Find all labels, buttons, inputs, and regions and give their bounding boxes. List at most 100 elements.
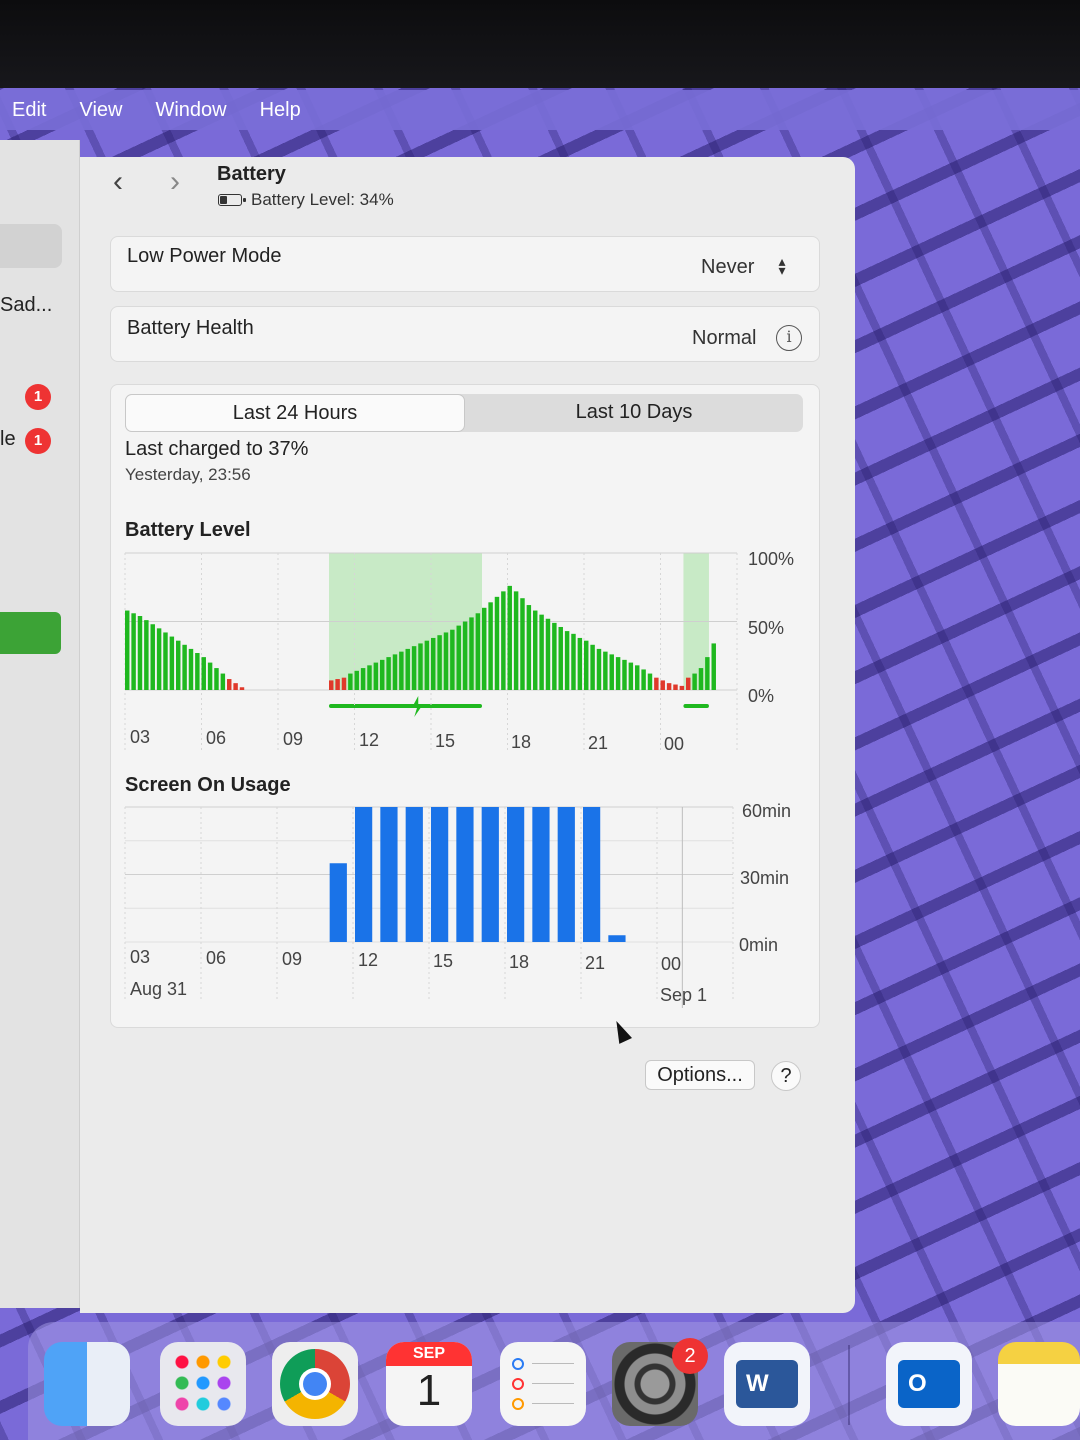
options-button[interactable]: Options... xyxy=(645,1060,755,1090)
battery-level-bar xyxy=(188,648,194,690)
battery-level-bar xyxy=(533,610,538,690)
battery-level-bar xyxy=(144,620,149,690)
battery-level-bar xyxy=(673,684,678,690)
x-tick-label: 18 xyxy=(511,732,532,752)
finder-icon[interactable] xyxy=(44,1342,130,1426)
x-tick-label: 21 xyxy=(585,953,606,973)
battery-level-bar xyxy=(207,662,213,690)
screen-usage-bar xyxy=(583,807,601,942)
battery-level-bar xyxy=(418,643,423,690)
battery-level-bar xyxy=(169,636,175,690)
battery-level-bar xyxy=(635,665,640,690)
battery-level-bar xyxy=(424,640,430,690)
screen-usage-bar xyxy=(431,807,449,942)
battery-level-bar xyxy=(501,591,506,690)
battery-level-bar xyxy=(392,654,398,690)
x-tick-label: 06 xyxy=(206,948,227,968)
outlook-icon[interactable]: O xyxy=(886,1342,972,1426)
battery-level-bar xyxy=(399,651,404,690)
battery-level-bar xyxy=(603,651,608,690)
y-tick-label: 50% xyxy=(748,618,785,638)
battery-level-bar xyxy=(431,637,436,690)
x-tick-label: 09 xyxy=(282,949,303,969)
word-letter: W xyxy=(736,1360,798,1408)
battery-level-bar xyxy=(227,679,232,690)
date-label: Aug 31 xyxy=(130,979,188,999)
notes-icon[interactable] xyxy=(998,1342,1080,1426)
battery-level-bar xyxy=(526,605,532,690)
battery-level-bar xyxy=(577,637,583,690)
x-tick-label: 15 xyxy=(435,731,456,751)
battery-level-bar xyxy=(552,622,557,690)
battery-level-bar xyxy=(558,626,563,690)
screen-usage-bar xyxy=(481,807,499,942)
screen-usage-bar xyxy=(405,807,423,942)
y-tick-label: 0min xyxy=(739,935,779,955)
help-button[interactable]: ? xyxy=(771,1061,801,1091)
screen-usage-bar xyxy=(532,807,550,942)
battery-level-bar xyxy=(335,679,340,690)
date-label: Sep 1 xyxy=(660,985,708,1005)
charging-indicator-line xyxy=(329,704,482,708)
battery-level-bar xyxy=(488,602,493,690)
battery-level-bar xyxy=(214,668,219,690)
x-tick-label: 00 xyxy=(661,954,682,974)
battery-level-bar xyxy=(220,673,226,690)
battery-level-bar xyxy=(131,613,136,690)
battery-level-bar xyxy=(584,640,589,690)
battery-level-bar xyxy=(182,644,187,690)
battery-level-bar xyxy=(239,687,245,690)
battery-level-bar xyxy=(405,648,410,690)
battery-level-bar xyxy=(443,632,449,690)
battery-level-bar xyxy=(539,614,544,690)
battery-level-bar xyxy=(596,648,602,690)
notification-badge: 2 xyxy=(672,1338,708,1374)
battery-level-bar xyxy=(411,646,417,690)
battery-level-bar xyxy=(475,613,481,690)
screen-usage-bar xyxy=(557,807,575,942)
x-tick-label: 12 xyxy=(359,730,380,750)
battery-level-bar xyxy=(380,659,385,690)
battery-level-bar xyxy=(571,633,576,690)
chrome-icon[interactable] xyxy=(272,1342,358,1426)
battery-level-bar xyxy=(386,657,391,690)
battery-level-bar xyxy=(137,616,143,690)
x-tick-label: 15 xyxy=(433,951,454,971)
launchpad-icon[interactable] xyxy=(160,1342,246,1426)
battery-level-bar xyxy=(201,657,206,690)
battery-level-bar xyxy=(647,673,653,690)
y-tick-label: 0% xyxy=(748,686,775,706)
screen-usage-bar xyxy=(507,807,525,942)
battery-level-bar xyxy=(233,683,238,690)
battery-level-bar xyxy=(125,610,130,690)
battery-level-bar xyxy=(329,680,334,690)
battery-level-bar xyxy=(513,591,519,690)
battery-level-bar xyxy=(622,659,627,690)
battery-level-bar xyxy=(628,662,634,690)
y-tick-label: 30min xyxy=(740,868,790,888)
battery-level-bar xyxy=(641,669,646,690)
battery-level-bar xyxy=(711,643,716,690)
x-tick-label: 00 xyxy=(664,734,685,754)
battery-level-bar xyxy=(341,677,347,690)
battery-level-bar xyxy=(150,624,155,690)
calendar-month: SEP xyxy=(386,1342,472,1366)
battery-level-bar xyxy=(163,632,168,690)
word-icon[interactable]: W xyxy=(724,1342,810,1426)
battery-level-bar xyxy=(666,683,672,690)
battery-level-bar xyxy=(520,598,525,690)
charging-indicator-line xyxy=(683,704,709,708)
battery-level-bar xyxy=(590,644,595,690)
calendar-icon[interactable]: SEP 1 xyxy=(386,1342,472,1426)
battery-level-bar xyxy=(469,617,474,690)
reminders-icon[interactable] xyxy=(500,1342,586,1426)
battery-level-bar xyxy=(156,628,162,690)
battery-level-bar xyxy=(450,629,455,690)
x-tick-label: 06 xyxy=(206,728,227,748)
outlook-letter: O xyxy=(898,1360,960,1408)
x-tick-label: 03 xyxy=(130,947,151,967)
battery-level-bar xyxy=(679,685,685,690)
x-tick-label: 21 xyxy=(588,733,609,753)
battery-level-bar xyxy=(660,680,665,690)
battery-level-bar xyxy=(482,607,487,690)
